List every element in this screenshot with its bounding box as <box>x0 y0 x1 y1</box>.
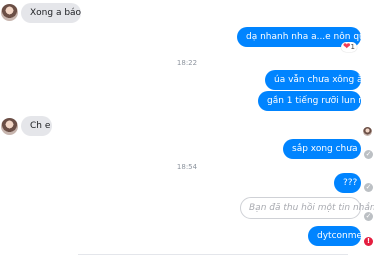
timestamp: 18:22 <box>176 59 198 67</box>
divider <box>78 254 348 255</box>
outgoing-message[interactable]: úa vẫn chưa xông à a <box>265 70 371 90</box>
contact-avatar[interactable] <box>1 118 18 135</box>
heart-icon: ❤ <box>343 42 351 52</box>
incoming-message[interactable]: Ch e <box>21 116 52 136</box>
error-icon[interactable]: ! <box>364 237 373 246</box>
contact-avatar[interactable] <box>1 4 18 21</box>
outgoing-message[interactable]: gần 1 tiếng rưỡi lun r a <box>258 91 370 111</box>
outgoing-message[interactable]: ??? <box>334 173 361 193</box>
reaction-count: 1 <box>350 43 356 51</box>
message-reaction[interactable]: ❤1 <box>341 42 358 52</box>
recalled-message[interactable]: Bạn đã thu hồi một tin nhắn <box>240 197 374 219</box>
sent-check-icon: ✓ <box>364 183 373 192</box>
timestamp: 18:54 <box>176 163 198 171</box>
outgoing-message[interactable]: sắp xong chưa a <box>283 139 366 159</box>
incoming-message[interactable]: Xong a báo <box>21 3 81 23</box>
seen-avatar-icon <box>363 127 372 136</box>
sent-check-icon: ✓ <box>364 212 373 221</box>
outgoing-message[interactable]: dytconme <box>308 226 362 246</box>
sent-check-icon: ✓ <box>364 150 373 159</box>
